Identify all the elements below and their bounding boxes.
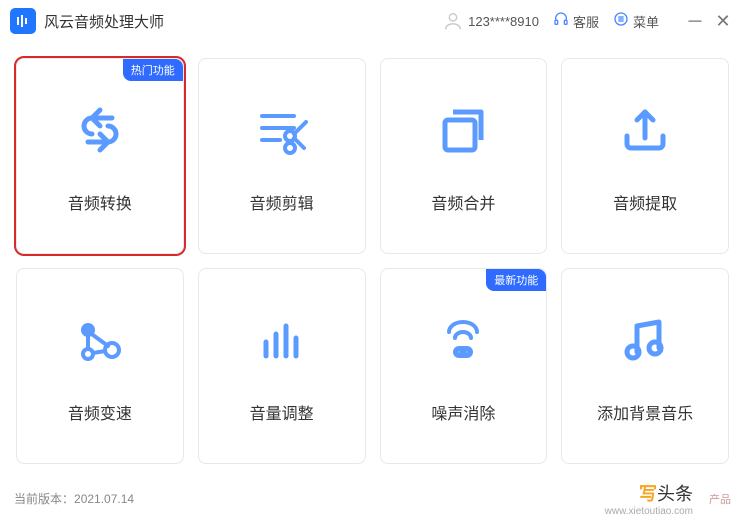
close-button[interactable]: ✕ [711,9,735,33]
card-label: 添加背景音乐 [597,400,693,424]
version-label: 当前版本： [14,490,74,507]
watermark-text: 头条 [657,484,693,504]
card-noise-remove[interactable]: 最新功能 噪声消除 [380,268,548,464]
card-audio-convert[interactable]: 热门功能 音频转换 [16,58,184,254]
extract-icon [613,98,677,162]
menu-icon[interactable] [613,11,629,32]
card-audio-cut[interactable]: 音频剪辑 [198,58,366,254]
phone-number[interactable]: 123****8910 [468,14,539,29]
app-title: 风云音频处理大师 [44,11,164,32]
minimize-button[interactable]: － [683,9,707,33]
card-label: 音频变速 [68,400,132,424]
watermark-prefix: 写 [639,484,657,504]
card-audio-merge[interactable]: 音频合并 [380,58,548,254]
card-label: 音频合并 [431,190,495,214]
music-icon [613,308,677,372]
product-link[interactable]: 产品 [709,491,731,507]
title-bar: 风云音频处理大师 123****8910 客服 菜单 － ✕ [0,0,745,42]
card-audio-speed[interactable]: 音频变速 [16,268,184,464]
watermark-url: www.xietoutiao.com [605,506,693,517]
cut-icon [250,98,314,162]
new-badge: 最新功能 [486,269,546,291]
card-add-bgm[interactable]: 添加背景音乐 [561,268,729,464]
avatar-icon[interactable] [442,10,464,32]
app-logo-icon [10,8,36,34]
card-label: 噪声消除 [431,400,495,424]
card-label: 音量调整 [250,400,314,424]
feature-grid: 热门功能 音频转换 音频剪辑 音频合并 音频提取 音频变速 音量调整 [0,42,745,480]
card-volume-adjust[interactable]: 音量调整 [198,268,366,464]
speed-icon [68,308,132,372]
card-audio-extract[interactable]: 音频提取 [561,58,729,254]
menu-link[interactable]: 菜单 [633,12,659,31]
noise-icon [431,308,495,372]
footer-bar: 当前版本： 2021.07.14 写头条 www.xietoutiao.com … [14,480,731,517]
card-label: 音频提取 [613,190,677,214]
customer-service-link[interactable]: 客服 [573,12,599,31]
watermark: 写头条 www.xietoutiao.com [605,480,693,517]
convert-icon [68,98,132,162]
card-label: 音频剪辑 [250,190,314,214]
card-label: 音频转换 [68,190,132,214]
version-value: 2021.07.14 [74,492,134,506]
merge-icon [431,98,495,162]
volume-icon [250,308,314,372]
hot-badge: 热门功能 [123,59,183,81]
headset-icon[interactable] [553,11,569,32]
